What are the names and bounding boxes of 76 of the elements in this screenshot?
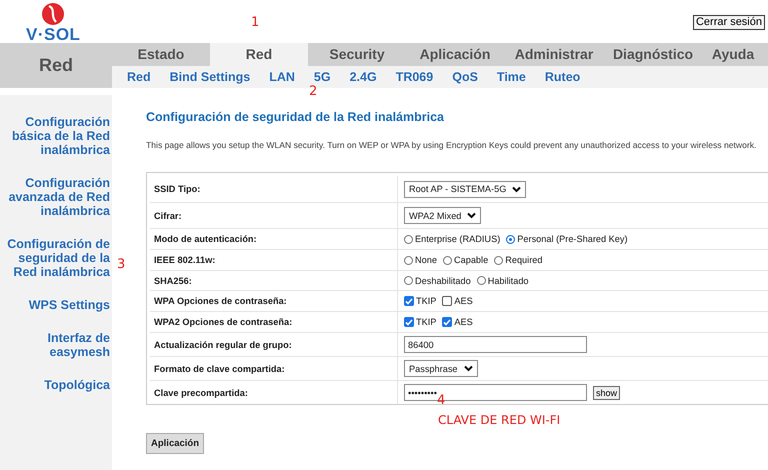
logo-text: V·SOL bbox=[26, 26, 80, 44]
dropdown[interactable]: WPA2 Mixed bbox=[404, 207, 482, 224]
radio-option[interactable]: Deshabilitado bbox=[404, 276, 471, 286]
field-label: WPA2 Opciones de contraseña: bbox=[150, 312, 398, 332]
checkbox[interactable] bbox=[442, 317, 452, 327]
field-label: Cifrar: bbox=[150, 203, 398, 228]
page-title: Configuración de seguridad de la Red inalámbrica bbox=[146, 110, 445, 124]
caret-icon bbox=[512, 186, 522, 192]
radio-icon[interactable] bbox=[476, 276, 486, 285]
annotation-text: CLAVE DE RED WI-FI bbox=[438, 413, 560, 427]
field-label: SHA256: bbox=[150, 271, 398, 290]
field-label: Formato de clave compartida: bbox=[150, 357, 398, 380]
apply-button[interactable]: Aplicación bbox=[146, 433, 204, 454]
checkbox-option[interactable]: TKIP bbox=[404, 296, 436, 306]
radio-icon[interactable] bbox=[442, 256, 452, 264]
checkbox-option[interactable]: AES bbox=[442, 296, 473, 306]
sub-tab-link[interactable]: LAN bbox=[269, 70, 295, 84]
radio-option[interactable]: None bbox=[404, 255, 437, 265]
caret-icon bbox=[464, 365, 473, 372]
annotation-text: 2 bbox=[309, 84, 318, 99]
sidebar-link[interactable]: Configuración avanzada de Red inalámbrica bbox=[0, 176, 112, 218]
show-button[interactable]: show bbox=[593, 386, 620, 400]
sidebar-link[interactable]: Topológica bbox=[0, 378, 112, 392]
nav-tab[interactable]: Ayuda bbox=[702, 43, 764, 66]
caret-icon bbox=[467, 212, 476, 219]
logo-icon bbox=[40, 2, 66, 26]
sub-tab-link[interactable]: Bind Settings bbox=[170, 70, 250, 84]
logout-button[interactable]: Cerrar sesión bbox=[692, 15, 765, 30]
radio-option[interactable]: Capable bbox=[442, 255, 488, 265]
radio-option[interactable]: Personal (Pre-Shared Key) bbox=[506, 234, 628, 244]
nav-tab[interactable]: Security bbox=[308, 43, 406, 66]
field-label: Clave precompartida: bbox=[150, 381, 398, 404]
sub-tab-link[interactable]: 2.4G bbox=[350, 70, 377, 84]
check-icon bbox=[443, 318, 452, 326]
input-field[interactable]: 86400 bbox=[404, 336, 587, 353]
radio-icon[interactable] bbox=[506, 234, 516, 244]
radio-option[interactable]: Habilitado bbox=[476, 276, 529, 286]
checkbox[interactable] bbox=[404, 317, 414, 327]
checkbox[interactable] bbox=[442, 296, 452, 306]
sub-tab-link[interactable]: Red bbox=[127, 70, 151, 84]
check-icon bbox=[405, 318, 413, 326]
sidebar-link[interactable]: Configuración básica de la Red inalámbrica bbox=[0, 115, 112, 157]
sub-tab-link[interactable]: 5G bbox=[314, 70, 331, 84]
nav-tab[interactable]: Diagnóstico bbox=[604, 43, 702, 66]
nav-tab[interactable]: Estado bbox=[112, 43, 210, 66]
sub-tab-link[interactable]: Ruteo bbox=[544, 70, 580, 84]
radio-icon[interactable] bbox=[404, 256, 413, 264]
radio-option[interactable]: Required bbox=[494, 255, 542, 265]
nav-tab[interactable]: Administrar bbox=[504, 43, 604, 66]
annotation-text: 1 bbox=[251, 15, 260, 30]
sub-tab-link[interactable]: QoS bbox=[452, 70, 478, 84]
radio-option[interactable]: Enterprise (RADIUS) bbox=[404, 234, 500, 244]
page-description: This page allows you setup the WLAN security. Turn on WEP or WPA by using Encryption Keys could prevent any unauthorized access to your wireless network. bbox=[146, 139, 758, 152]
radio-icon[interactable] bbox=[404, 276, 413, 285]
field-label: Actualización regular de grupo: bbox=[150, 333, 398, 356]
field-label: WPA Opciones de contraseña: bbox=[150, 291, 398, 311]
check-icon bbox=[405, 298, 413, 304]
sidebar-link[interactable]: Interfaz de easymesh bbox=[0, 331, 112, 359]
nav-tab[interactable]: Red bbox=[210, 43, 308, 66]
checkbox[interactable] bbox=[404, 296, 414, 306]
sidebar-link[interactable]: WPS Settings bbox=[0, 298, 112, 312]
nav-tab[interactable]: Aplicación bbox=[406, 43, 504, 66]
sub-tab-link[interactable]: Time bbox=[496, 70, 526, 84]
field-label: SSID Tipo: bbox=[150, 176, 398, 202]
field-label: Modo de autenticación: bbox=[150, 229, 398, 249]
radio-icon[interactable] bbox=[494, 256, 504, 264]
dropdown[interactable]: Root AP - SISTEMA-5G bbox=[404, 180, 526, 198]
sub-tab-link[interactable]: TR069 bbox=[396, 70, 434, 84]
sidebar-link[interactable]: Configuración de seguridad de la Red inalámbrica bbox=[0, 237, 112, 279]
dropdown[interactable]: Passphrase bbox=[404, 360, 478, 377]
section-title: Red bbox=[0, 43, 112, 88]
field-label: IEEE 802.11w: bbox=[150, 250, 398, 270]
checkbox-option[interactable]: AES bbox=[442, 317, 473, 327]
annotation-text: 3 bbox=[117, 257, 126, 272]
checkbox-option[interactable]: TKIP bbox=[404, 317, 436, 327]
radio-icon[interactable] bbox=[404, 234, 413, 244]
